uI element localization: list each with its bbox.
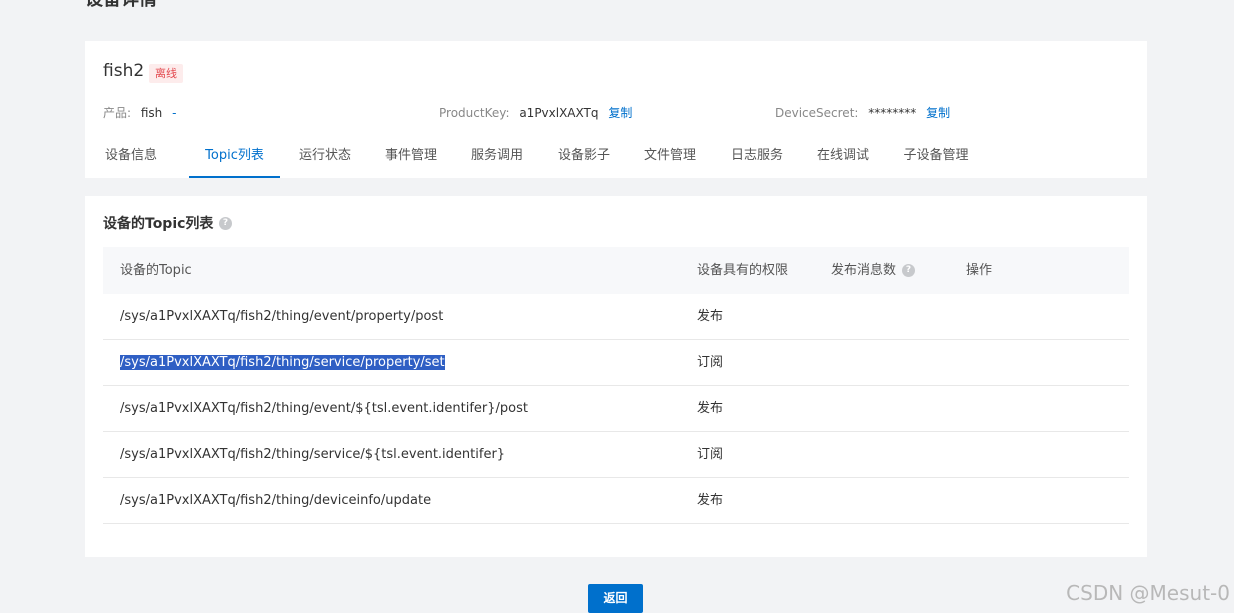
productkey-label: ProductKey: [439, 106, 510, 120]
topic-cell: /sys/a1PvxlXAXTq/fish2/thing/event/prope… [120, 309, 444, 324]
copy-devicesecret-button[interactable]: 复制 [926, 106, 950, 120]
section-title: 设备的Topic列表 [103, 216, 214, 232]
question-circle-icon[interactable]: ? [219, 217, 232, 230]
topic-cell: /sys/a1PvxlXAXTq/fish2/thing/event/${tsl… [120, 401, 528, 416]
table-row: /sys/a1PvxlXAXTq/fish2/thing/service/${t… [103, 432, 1129, 478]
table-row: /sys/a1PvxlXAXTq/fish2/thing/deviceinfo/… [103, 478, 1129, 524]
devicesecret-label: DeviceSecret: [775, 106, 859, 120]
topic-cell: /sys/a1PvxlXAXTq/fish2/thing/deviceinfo/… [120, 493, 432, 508]
tab-device-info[interactable]: 设备信息 [103, 141, 159, 178]
product-info: 产品: fish - [103, 105, 176, 121]
product-value: fish [140, 106, 163, 120]
productkey-info: ProductKey: a1PvxlXAXTq 复制 [439, 105, 632, 121]
devicesecret-info: DeviceSecret: ******** 复制 [775, 105, 950, 121]
product-link[interactable]: - [172, 106, 176, 120]
column-header-message-count-label: 发布消息数 [831, 263, 897, 278]
column-header-operation: 操作 [966, 263, 993, 278]
selected-topic-text: /sys/a1PvxlXAXTq/fish2/thing/service/pro… [120, 355, 445, 370]
tab-file-management[interactable]: 文件管理 [642, 141, 698, 178]
tab-log-service[interactable]: 日志服务 [729, 141, 785, 178]
copy-productkey-button[interactable]: 复制 [608, 106, 632, 120]
tab-device-shadow[interactable]: 设备影子 [556, 141, 612, 178]
column-header-topic: 设备的Topic [120, 263, 192, 278]
devicesecret-value: ******** [868, 106, 917, 120]
topic-cell: /sys/a1PvxlXAXTq/fish2/thing/service/${t… [120, 447, 506, 462]
permission-cell: 发布 [697, 309, 724, 324]
product-label: 产品: [103, 106, 132, 120]
permission-cell: 发布 [697, 493, 724, 508]
device-name: fish2 [103, 61, 145, 81]
tab-subdevice-management[interactable]: 子设备管理 [901, 141, 971, 178]
topic-table: 设备的Topic 设备具有的权限 发布消息数? 操作 /sys/a1PvxlXA… [103, 247, 1129, 524]
permission-cell: 发布 [697, 401, 724, 416]
topic-cell: /sys/a1PvxlXAXTq/fish2/thing/service/pro… [120, 340, 445, 385]
permission-cell: 订阅 [697, 355, 724, 370]
topic-list-card: 设备的Topic列表 ? 设备的Topic 设备具有的权限 发布消息数? 操作 … [85, 196, 1147, 557]
table-row: /sys/a1PvxlXAXTq/fish2/thing/event/${tsl… [103, 386, 1129, 432]
tab-service-call[interactable]: 服务调用 [469, 141, 525, 178]
table-row: /sys/a1PvxlXAXTq/fish2/thing/service/pro… [103, 340, 1129, 386]
page-title: 设备详情 [85, 0, 157, 12]
status-badge: 离线 [149, 64, 183, 83]
productkey-value: a1PvxlXAXTq [519, 106, 599, 120]
tab-runtime-status[interactable]: 运行状态 [297, 141, 353, 178]
permission-cell: 订阅 [697, 447, 724, 462]
column-header-permission: 设备具有的权限 [697, 263, 789, 278]
device-header-card: fish2 离线 产品: fish - ProductKey: a1PvxlXA… [85, 41, 1147, 178]
table-header: 设备的Topic 设备具有的权限 发布消息数? 操作 [103, 247, 1129, 294]
column-header-message-count: 发布消息数? [831, 247, 916, 294]
question-circle-icon[interactable]: ? [902, 264, 916, 277]
tab-topic-list[interactable]: Topic列表 [189, 141, 280, 178]
tab-online-debug[interactable]: 在线调试 [815, 141, 871, 178]
watermark: CSDN @Mesut-0 [1066, 581, 1230, 605]
back-button[interactable]: 返回 [588, 584, 643, 613]
table-row: /sys/a1PvxlXAXTq/fish2/thing/event/prope… [103, 294, 1129, 340]
tab-event-management[interactable]: 事件管理 [383, 141, 439, 178]
